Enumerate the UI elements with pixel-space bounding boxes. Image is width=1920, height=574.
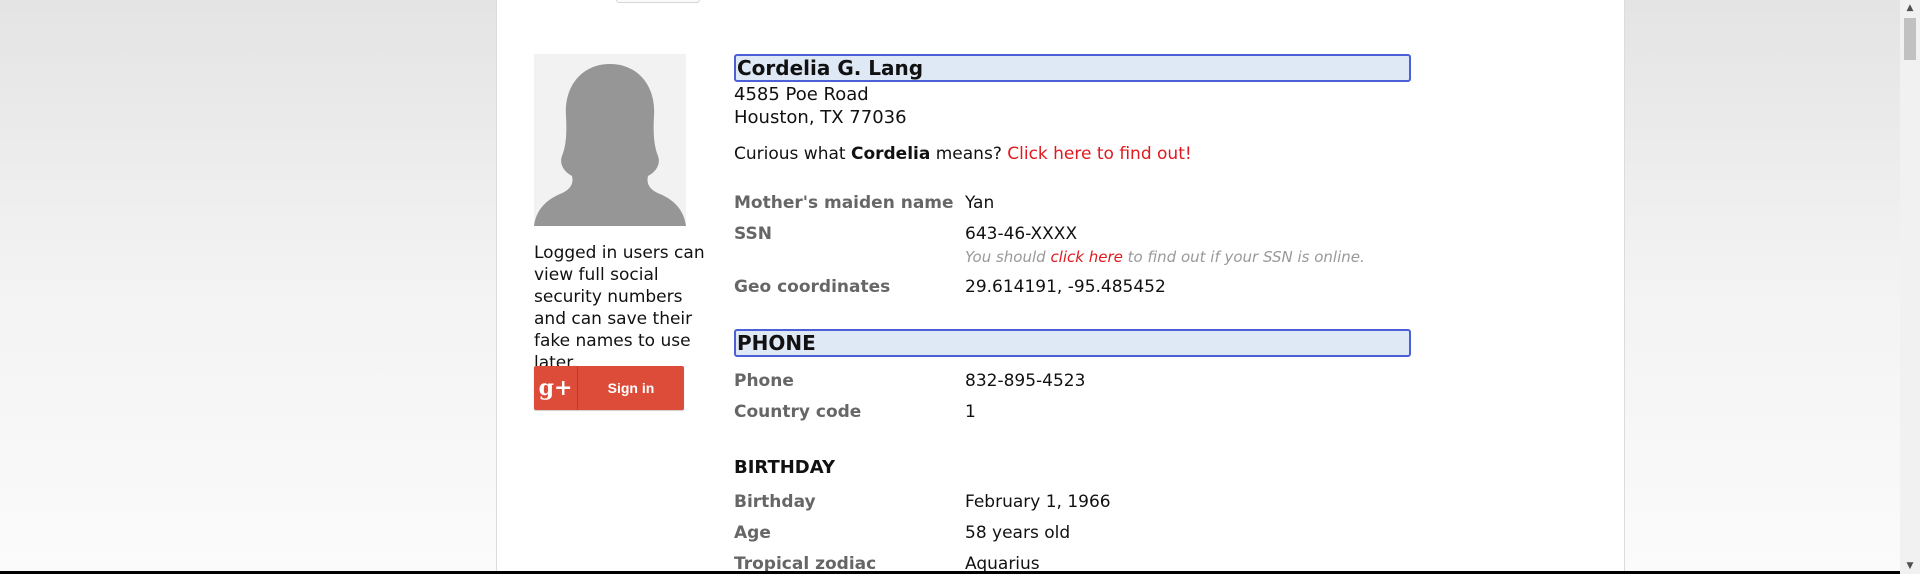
maiden-name-value: Yan — [965, 193, 995, 213]
vertical-scrollbar[interactable]: ▲ ▼ — [1900, 0, 1920, 574]
ssn-note-suffix: to find out if your SSN is online. — [1122, 248, 1365, 266]
curious-prefix: Curious what — [734, 144, 851, 164]
top-tab[interactable] — [616, 0, 700, 3]
ssn-note: You should click here to find out if you… — [965, 248, 1365, 266]
ssn-note-prefix: You should — [965, 248, 1051, 266]
age-value: 58 years old — [965, 523, 1071, 543]
address-line2: Houston, TX 77036 — [734, 107, 907, 128]
avatar — [534, 54, 686, 226]
birthday-section-title: BIRTHDAY — [734, 457, 835, 478]
scrollbar-thumb[interactable] — [1904, 18, 1916, 60]
google-plus-icon: g+ — [534, 366, 578, 410]
name-meaning-line: Curious what Cordelia means? Click here … — [734, 144, 1192, 164]
person-name: Cordelia G. Lang — [734, 54, 1411, 82]
age-label: Age — [734, 523, 771, 543]
ssn-label: SSN — [734, 224, 772, 244]
birthday-value: February 1, 1966 — [965, 492, 1111, 512]
content-panel: Logged in users can view full social sec… — [496, 0, 1625, 574]
signin-label: Sign in — [607, 380, 655, 396]
phone-label: Phone — [734, 371, 794, 391]
first-name: Cordelia — [850, 144, 931, 164]
phone-value: 832-895-4523 — [965, 371, 1086, 391]
phone-section-title: PHONE — [734, 329, 1411, 357]
scroll-down-icon[interactable]: ▼ — [1900, 558, 1920, 574]
name-meaning-link[interactable]: Click here to find out! — [1007, 144, 1191, 164]
geo-label: Geo coordinates — [734, 277, 891, 297]
address-line1: 4585 Poe Road — [734, 84, 869, 105]
geo-coordinates-link[interactable]: 29.614191, -95.485452 — [965, 277, 1166, 297]
silhouette-icon — [534, 64, 686, 226]
maiden-name-label: Mother's maiden name — [734, 193, 954, 213]
birthday-label: Birthday — [734, 492, 816, 512]
google-signin-button[interactable]: g+ Sign in — [534, 366, 684, 410]
curious-suffix: means? — [930, 144, 1008, 164]
ssn-check-link[interactable]: click here — [1050, 248, 1122, 266]
scroll-up-icon[interactable]: ▲ — [1900, 0, 1920, 16]
login-note: Logged in users can view full social sec… — [534, 243, 705, 373]
ssn-value: 643-46-XXXX — [965, 224, 1078, 244]
country-code-value: 1 — [965, 402, 976, 422]
country-code-label: Country code — [734, 402, 862, 422]
